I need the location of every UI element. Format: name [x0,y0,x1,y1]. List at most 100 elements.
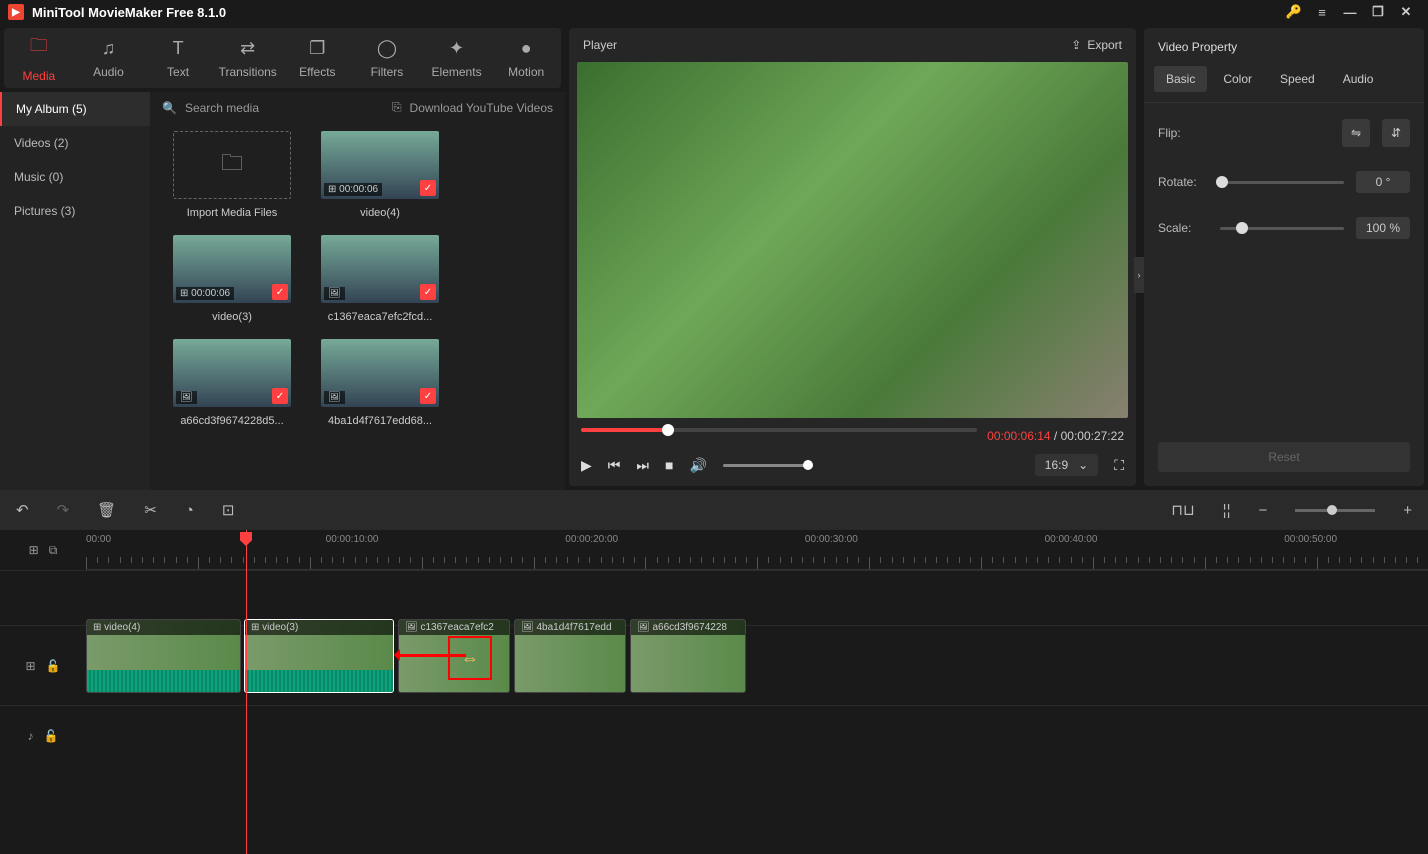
elements-icon: ✦ [449,38,464,59]
redo-button[interactable]: ↷ [57,501,70,519]
prop-tab-speed[interactable]: Speed [1268,66,1327,92]
flip-horizontal-button[interactable]: ⇋ [1342,119,1370,147]
tab-media[interactable]: 🗀Media [4,28,74,88]
media-thumb[interactable]: 🖼 ✓ [321,339,439,407]
ruler-label: 00:00:50:00 [1284,534,1337,545]
scale-value[interactable]: 100 % [1356,217,1410,239]
tab-elements[interactable]: ✦Elements [422,28,492,88]
video-track-icon: ⊞ [25,659,35,673]
search-icon: 🔍 [162,101,177,115]
lock-audio-button[interactable]: 🔓 [44,729,59,743]
tab-transitions[interactable]: ⇄Transitions [213,28,283,88]
ruler-label: 00:00:10:00 [326,534,379,545]
zoom-slider[interactable] [1295,509,1375,512]
prev-frame-button[interactable]: ⏮ [608,457,621,474]
prop-tab-audio[interactable]: Audio [1331,66,1386,92]
media-item[interactable]: ⊞ 00:00:06✓video(4) [310,131,450,219]
text-icon: T [173,38,184,59]
rotate-value[interactable]: 0 ° [1356,171,1410,193]
rotate-slider[interactable] [1220,181,1344,184]
zoom-in-button[interactable]: + [1403,502,1412,519]
media-item[interactable]: 🖼 ✓a66cd3f9674228d5... [162,339,302,427]
timeline-clip[interactable]: 🖼 a66cd3f9674228 [630,619,746,693]
zoom-out-button[interactable]: − [1258,502,1267,519]
aspect-ratio-select[interactable]: 16:9 ⌄ [1035,454,1098,476]
add-track-button[interactable]: ⊞ [29,543,39,557]
crop-button[interactable]: ⊡ [222,501,235,519]
media-sidebar: My Album (5) Videos (2) Music (0) Pictur… [0,92,150,490]
media-item[interactable]: 🗀Import Media Files [162,131,302,219]
export-button[interactable]: ⇪ Export [1071,38,1122,52]
player-preview[interactable] [577,62,1128,418]
seek-bar[interactable] [581,428,977,432]
time-display: 00:00:06:14 / 00:00:27:22 [987,429,1124,443]
timeline-clip[interactable]: ⊞ video(3) [244,619,394,693]
filters-icon: ◯ [377,38,397,59]
timeline-clip[interactable]: ⊞ video(4) [86,619,241,693]
delete-button[interactable]: 🗑 [97,501,116,519]
sidebar-item-music[interactable]: Music (0) [0,160,150,194]
tab-effects[interactable]: ❐Effects [283,28,353,88]
close-button[interactable]: ✕ [1392,4,1420,20]
volume-slider[interactable] [723,464,813,467]
key-icon[interactable]: 🔑 [1280,4,1308,20]
tab-filters[interactable]: ◯Filters [352,28,422,88]
playhead[interactable] [246,530,247,854]
tab-audio[interactable]: ♫Audio [74,28,144,88]
collapse-panel-button[interactable]: › [1134,257,1144,293]
sidebar-item-videos[interactable]: Videos (2) [0,126,150,160]
media-thumb[interactable]: ⊞ 00:00:06✓ [321,131,439,199]
media-item[interactable]: ⊞ 00:00:06✓video(3) [162,235,302,323]
speed-button[interactable]: ◔ [185,502,194,519]
media-label: c1367eaca7efc2fcd... [328,311,433,323]
search-input[interactable]: Search media [185,101,384,115]
sidebar-item-pictures[interactable]: Pictures (3) [0,194,150,228]
timeline-ruler[interactable]: 00:0000:00:10:0000:00:20:0000:00:30:0000… [86,530,1428,570]
sidebar-item-myalbum[interactable]: My Album (5) [0,92,150,126]
timeline-clip[interactable]: 🖼 4ba1d4f7617edd [514,619,626,693]
import-button[interactable]: 🗀 [173,131,291,199]
download-youtube-link[interactable]: Download YouTube Videos [410,101,553,115]
drag-handle-cursor: ⇔ [448,636,492,680]
effects-icon: ❐ [309,38,325,59]
media-badge: 🖼 [176,391,197,404]
play-button[interactable]: ▶ [581,457,592,474]
ruler-label: 00:00:30:00 [805,534,858,545]
fullscreen-button[interactable]: ⛶ [1114,457,1124,474]
music-icon: ♫ [102,38,116,59]
media-badge: 🖼 [324,391,345,404]
ruler-label: 00:00 [86,534,111,545]
tab-motion[interactable]: ●Motion [491,28,561,88]
titlebar: ▶ MiniTool MovieMaker Free 8.1.0 🔑 ≡ ― ❐… [0,0,1428,24]
media-thumb[interactable]: 🖼 ✓ [321,235,439,303]
prop-tab-basic[interactable]: Basic [1154,66,1207,92]
media-badge: 🖼 [324,287,345,300]
split-button[interactable]: ✂ [144,501,157,519]
media-item[interactable]: 🖼 ✓4ba1d4f7617edd68... [310,339,450,427]
reset-button[interactable]: Reset [1158,442,1410,472]
prop-tab-color[interactable]: Color [1211,66,1264,92]
flip-vertical-button[interactable]: ⇵ [1382,119,1410,147]
maximize-button[interactable]: ❐ [1364,4,1392,20]
media-thumb[interactable]: ⊞ 00:00:06✓ [173,235,291,303]
check-icon: ✓ [420,180,436,196]
media-item[interactable]: 🖼 ✓ c1367eaca7efc2fcd... [310,235,450,323]
clip-label: ⊞ video(4) [87,620,240,635]
stop-button[interactable]: ■ [665,457,673,473]
undo-button[interactable]: ↶ [16,501,29,519]
chevron-down-icon: ⌄ [1078,458,1088,472]
next-frame-button[interactable]: ⏭ [636,457,649,474]
media-badge: ⊞ 00:00:06 [176,287,234,300]
magnet-button[interactable]: ⊓⊔ [1171,501,1194,519]
lock-track-button[interactable]: 🔓 [46,659,61,673]
volume-icon[interactable]: 🔊 [689,457,706,474]
minimize-button[interactable]: ― [1336,5,1364,20]
track-manager-button[interactable]: ⧉ [49,543,58,558]
menu-icon[interactable]: ≡ [1308,5,1336,20]
main-tabs: 🗀Media ♫Audio TText ⇄Transitions ❐Effect… [4,28,561,88]
clip-label: 🖼 a66cd3f9674228 [631,620,745,635]
tab-text[interactable]: TText [143,28,213,88]
media-thumb[interactable]: 🖼 ✓ [173,339,291,407]
markers-button[interactable]: ¦¦ [1223,502,1231,519]
scale-slider[interactable] [1220,227,1344,230]
